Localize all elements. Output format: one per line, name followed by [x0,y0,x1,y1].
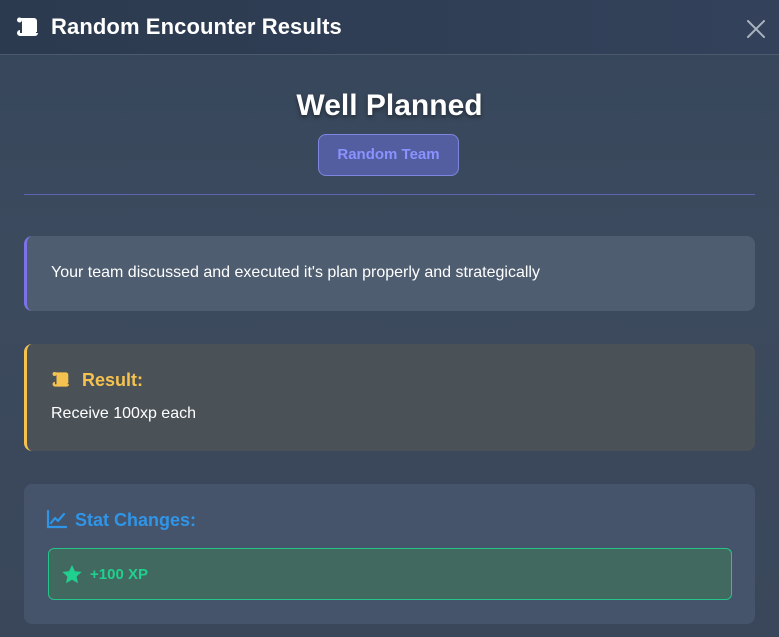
stat-change-item: +100 XP [48,548,732,600]
result-card: Result: Receive 100xp each [24,344,755,451]
chart-line-icon [46,509,68,529]
stat-changes-label: Stat Changes: [75,510,197,530]
star-icon [62,565,82,584]
team-badge: Random Team [318,134,459,176]
scroll-icon [52,372,70,387]
result-text: Receive 100xp each [51,405,196,422]
scroll-icon [17,17,38,36]
stat-changes-card: Stat Changes: +100 XP [24,484,755,624]
dialog-header: Random Encounter Results [0,0,779,55]
close-icon[interactable] [745,18,767,40]
encounter-title: Well Planned [296,89,483,122]
dialog-title: Random Encounter Results [51,14,342,39]
stat-change-text: +100 XP [90,566,148,583]
divider [24,194,755,195]
result-label: Result: [82,370,144,390]
description-card: Your team discussed and executed it's pl… [24,236,755,311]
description-text: Your team discussed and executed it's pl… [51,264,540,281]
